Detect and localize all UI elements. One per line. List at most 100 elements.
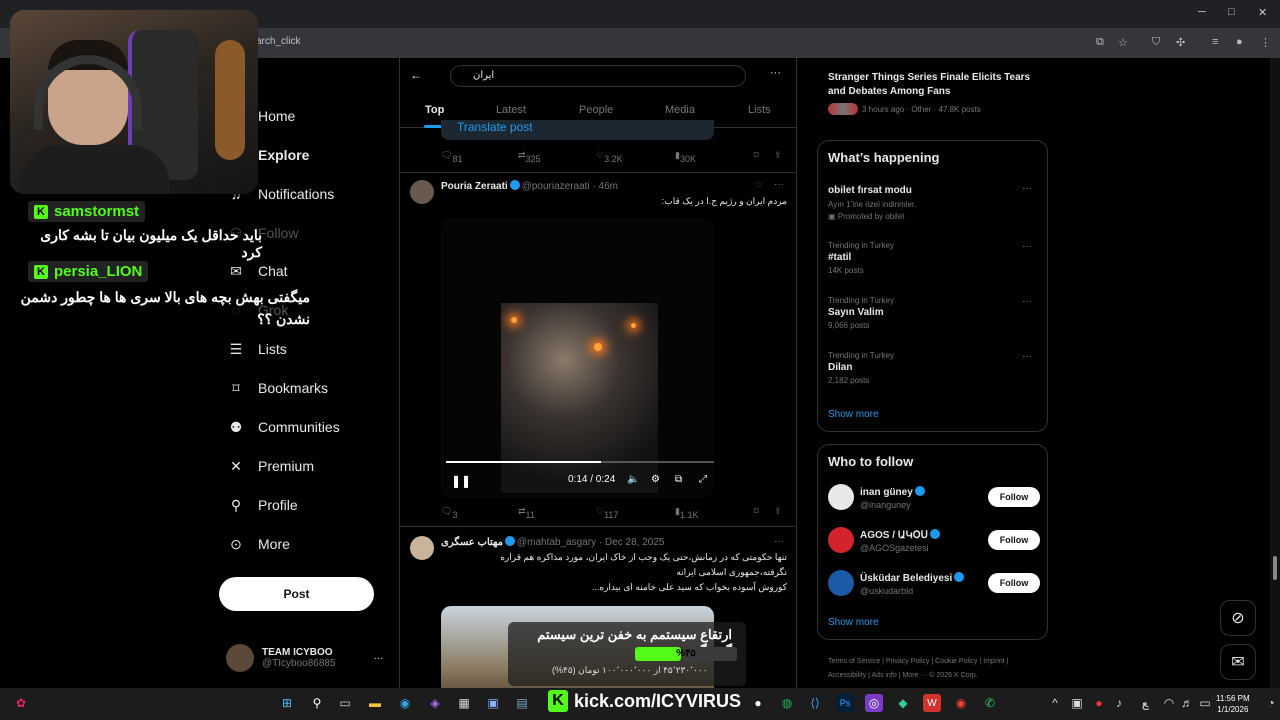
pause-icon[interactable]: ❚❚ — [451, 474, 471, 488]
pip-icon[interactable]: ⧉ — [675, 474, 682, 485]
back-arrow-icon[interactable]: ← — [410, 68, 422, 82]
photoshop-icon[interactable]: Ps — [836, 694, 854, 712]
battery-icon[interactable]: ▭ — [1196, 694, 1214, 712]
volume-icon[interactable]: ♬ — [1178, 694, 1196, 712]
show-more-link[interactable]: Show more — [828, 409, 879, 420]
star-icon[interactable]: ☆ — [1118, 36, 1128, 49]
repost-count[interactable]: ⇄ 11 — [518, 506, 535, 520]
messages-floating-icon[interactable]: ✉ — [1220, 644, 1256, 680]
tray-icon[interactable]: ▣ — [1068, 694, 1086, 712]
copilot-icon[interactable]: ✿ — [12, 694, 30, 712]
video-progress[interactable] — [446, 461, 714, 463]
nav-more[interactable]: ⊙ More — [228, 536, 290, 553]
translate-post[interactable]: Translate post — [441, 120, 714, 140]
footer-link[interactable]: More ··· — [902, 672, 927, 679]
share-icon[interactable]: ⇪ — [774, 506, 782, 517]
tab-latest[interactable]: Latest — [496, 104, 526, 116]
account-switcher[interactable]: TEAM ICYBOO @TIcyboo86885 ··· — [226, 644, 384, 672]
grok-floating-icon[interactable]: ⊘ — [1220, 600, 1256, 636]
start-icon[interactable]: ⊞ — [278, 694, 296, 712]
folder-icon[interactable]: ▬ — [366, 694, 384, 712]
nav-bookmarks[interactable]: ⌑ Bookmarks — [228, 380, 328, 397]
system-clock[interactable]: 11:56 PM 1/1/2026 — [1216, 693, 1250, 715]
show-more-link[interactable]: Show more — [828, 617, 879, 628]
more-icon[interactable]: ··· — [770, 67, 781, 79]
nav-profile[interactable]: ⚲ Profile — [228, 497, 298, 514]
nav-lists[interactable]: ☰ Lists — [228, 341, 287, 358]
trend-item[interactable]: Trending in Turkey Sayın Valim 9,066 pos… — [828, 296, 1038, 330]
avatar[interactable] — [410, 180, 434, 204]
author-name[interactable]: مهتاب عسگری — [441, 537, 503, 548]
repost-count[interactable]: ⇄ 325 — [518, 150, 541, 164]
author-name[interactable]: Pouria Zeraati — [441, 181, 508, 192]
scrollbar-thumb[interactable] — [1273, 556, 1277, 580]
more-icon[interactable]: ··· — [1022, 183, 1032, 194]
copilot-app-icon[interactable]: ◈ — [426, 694, 444, 712]
menu-icon[interactable]: ⋮ — [1260, 36, 1271, 49]
footer-link[interactable]: Privacy Policy — [886, 658, 930, 665]
media-icon[interactable]: ≡ — [1212, 36, 1218, 48]
footer-link[interactable]: Cookie Policy — [935, 658, 977, 665]
footer-link[interactable]: Ads info — [871, 672, 896, 679]
more-icon[interactable]: ··· — [774, 179, 784, 190]
follow-button[interactable]: Follow — [988, 487, 1040, 507]
nav-premium[interactable]: ✕ Premium — [228, 458, 314, 475]
follow-button[interactable]: Follow — [988, 573, 1040, 593]
vscode-icon[interactable]: ⟨⟩ — [806, 694, 824, 712]
tab-top[interactable]: Top — [425, 104, 444, 116]
like-count[interactable]: ♡ 117 — [596, 506, 618, 520]
tab-lists[interactable]: Lists — [748, 104, 771, 116]
fullscreen-icon[interactable]: ⤢ — [699, 474, 707, 485]
reply-count[interactable]: 🗨 3 — [441, 506, 457, 520]
footer-link[interactable]: Accessibility — [828, 672, 866, 679]
tweet-time[interactable]: · 46m — [592, 181, 618, 192]
search-input[interactable]: ایران — [450, 65, 746, 87]
follow-suggestion[interactable]: Üsküdar Belediyesi @uskudarbld Follow — [828, 569, 1040, 599]
shield-icon[interactable]: ⛉ — [1152, 36, 1160, 49]
nav-chat[interactable]: ✉ Chat — [228, 263, 287, 280]
app-icon[interactable]: ◆ — [894, 694, 912, 712]
tab-media[interactable]: Media — [665, 104, 695, 116]
follow-suggestion[interactable]: AGOS / ԱԿՕՍ @AGOSgazetesi Follow — [828, 526, 1040, 556]
view-count[interactable]: ▮ 30K — [675, 150, 696, 164]
video-player[interactable]: ❚❚ 0:14 / 0:24 🔈 ⚙ ⧉ ⤢ — [441, 218, 714, 498]
app-icon[interactable]: ◎ — [865, 694, 883, 712]
tweet-time[interactable]: · Dec 28, 2025 — [599, 537, 665, 548]
reply-count[interactable]: 🗨 81 — [441, 150, 462, 164]
app-icon[interactable]: ▣ — [484, 694, 502, 712]
bookmark-icon[interactable]: ⌑ — [754, 506, 759, 517]
app-icon[interactable]: ▦ — [455, 694, 473, 712]
settings-icon[interactable]: ⚙ — [651, 474, 660, 485]
tray-icon[interactable]: ● — [1090, 694, 1108, 712]
bookmark-icon[interactable]: ⌑ — [754, 150, 759, 161]
author-handle[interactable]: @pouriazeraati — [522, 181, 590, 192]
edge-icon[interactable]: ◉ — [396, 694, 414, 712]
puzzle-icon[interactable]: ✣ — [1176, 36, 1185, 49]
avatar-icon[interactable]: ● — [1236, 36, 1243, 48]
nav-communities[interactable]: ⚉ Communities — [228, 419, 340, 436]
post-button[interactable]: Post — [219, 577, 374, 611]
wps-icon[interactable]: W — [923, 694, 941, 712]
obs-icon[interactable]: ● — [749, 694, 767, 712]
more-icon[interactable]: ··· — [1022, 351, 1032, 362]
trend-headline[interactable]: Stranger Things Series Finale Elicits Te… — [828, 71, 1038, 99]
whatsapp-icon[interactable]: ✆ — [981, 694, 999, 712]
follow-button[interactable]: Follow — [988, 530, 1040, 550]
spotify-icon[interactable]: ◍ — [778, 694, 796, 712]
maximize-icon[interactable]: □ — [1228, 6, 1235, 18]
chrome-icon[interactable]: ◉ — [952, 694, 970, 712]
install-icon[interactable]: ⧉ — [1096, 36, 1104, 49]
search-icon[interactable]: ⚲ — [308, 694, 326, 712]
volume-icon[interactable]: 🔈 — [627, 474, 639, 485]
chevron-up-icon[interactable]: ^ — [1046, 694, 1064, 712]
close-icon[interactable]: ✕ — [1258, 6, 1267, 19]
language-icon[interactable]: ﻊ — [1136, 694, 1154, 712]
tab-people[interactable]: People — [579, 104, 613, 116]
more-icon[interactable]: ··· — [1022, 296, 1032, 307]
task-view-icon[interactable]: ▭ — [336, 694, 354, 712]
url-text[interactable]: arch_click — [256, 36, 300, 47]
notification-icon[interactable]: ◔ — [1262, 694, 1280, 712]
avatar[interactable] — [410, 536, 434, 560]
author-handle[interactable]: @mahtab_asgary — [517, 537, 596, 548]
trend-item[interactable]: Trending in Turkey #tatil 14K posts ··· — [828, 241, 1038, 275]
